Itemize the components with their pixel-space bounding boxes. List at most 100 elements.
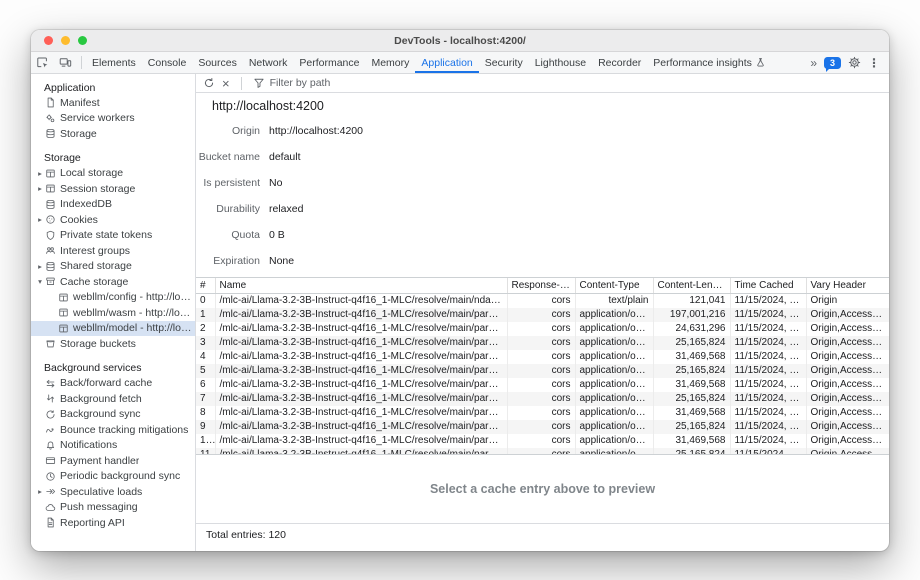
table-icon [45,183,56,194]
metadata-row: Quota0 B [196,222,889,248]
sidebar-item-shared-storage[interactable]: ▸Shared storage [31,259,195,275]
tab-recorder[interactable]: Recorder [592,52,647,73]
sidebar-item-speculative-loads[interactable]: ▸Speculative loads [31,484,195,500]
tab-network[interactable]: Network [243,52,294,73]
delete-selected-icon[interactable]: × [222,77,230,90]
column-header-time-cached[interactable]: Time Cached [730,278,806,293]
sidebar-item-manifest[interactable]: Manifest [31,95,195,111]
tab-elements[interactable]: Elements [86,52,142,73]
sidebar-item-webllm-config-http-loc[interactable]: webllm/config - http://loc… [31,290,195,306]
double-arrow-icon [45,486,56,497]
sidebar-item-service-workers[interactable]: Service workers [31,111,195,127]
cache-entry-row[interactable]: 5/mlc-ai/Llama-3.2-3B-Instruct-q4f16_1-M… [196,364,889,378]
cache-entry-row[interactable]: 9/mlc-ai/Llama-3.2-3B-Instruct-q4f16_1-M… [196,420,889,434]
sidebar-section-application: ApplicationManifestService workersStorag… [31,80,195,142]
more-tabs-button[interactable]: » [810,56,817,70]
cache-entry-row[interactable]: 10/mlc-ai/Llama-3.2-3B-Instruct-q4f16_1-… [196,434,889,448]
kebab-menu-icon[interactable]: ⋮ [868,56,880,70]
chevron-right-icon[interactable]: ▸ [35,169,45,178]
cell-time-cached: 11/15/2024, 10… [730,420,806,434]
column-header-name[interactable]: Name [215,278,507,293]
column-header-response-type[interactable]: Response-Type [507,278,575,293]
sidebar-item-interest-groups[interactable]: Interest groups [31,243,195,259]
chevron-right-icon[interactable]: ▸ [35,215,45,224]
sidebar-item-notifications[interactable]: Notifications [31,438,195,454]
tab-label: Console [148,57,187,69]
sidebar-item-background-sync[interactable]: Background sync [31,407,195,423]
settings-gear-icon[interactable] [848,56,861,69]
cell-response-type: cors [507,336,575,350]
cache-entry-row[interactable]: 0/mlc-ai/Llama-3.2-3B-Instruct-q4f16_1-M… [196,293,889,308]
sidebar-item-local-storage[interactable]: ▸Local storage [31,166,195,182]
cache-entry-row[interactable]: 1/mlc-ai/Llama-3.2-3B-Instruct-q4f16_1-M… [196,308,889,322]
window-titlebar[interactable]: DevTools - localhost:4200/ [31,30,889,52]
sidebar-item-label: webllm/wasm - http://loca… [73,307,195,319]
cell-idx: 4 [196,350,215,364]
cell-vary: Origin,Access… [806,392,889,406]
tab-memory[interactable]: Memory [365,52,415,73]
cache-entry-row[interactable]: 6/mlc-ai/Llama-3.2-3B-Instruct-q4f16_1-M… [196,378,889,392]
tab-lighthouse[interactable]: Lighthouse [529,52,592,73]
cache-entry-row[interactable]: 8/mlc-ai/Llama-3.2-3B-Instruct-q4f16_1-M… [196,406,889,420]
sidebar-section-title[interactable]: Storage [31,151,195,166]
cell-response-type: cors [507,364,575,378]
cache-entry-row[interactable]: 4/mlc-ai/Llama-3.2-3B-Instruct-q4f16_1-M… [196,350,889,364]
tab-sources[interactable]: Sources [192,52,243,73]
cell-response-type: cors [507,420,575,434]
chevron-right-icon[interactable]: ▸ [35,262,45,271]
inspect-element-icon[interactable] [31,52,54,73]
sidebar-item-cookies[interactable]: ▸Cookies [31,212,195,228]
tab-security[interactable]: Security [479,52,529,73]
application-sidebar: ApplicationManifestService workersStorag… [31,74,196,551]
tab-console[interactable]: Console [142,52,193,73]
cache-entry-row[interactable]: 2/mlc-ai/Llama-3.2-3B-Instruct-q4f16_1-M… [196,322,889,336]
sidebar-item-push-messaging[interactable]: Push messaging [31,500,195,516]
tab-label: Performance [299,57,359,69]
sidebar-item-back-forward-cache[interactable]: Back/forward cache [31,376,195,392]
sidebar-section-title[interactable]: Application [31,80,195,95]
sidebar-item-session-storage[interactable]: ▸Session storage [31,181,195,197]
sidebar-item-cache-storage[interactable]: ▾Cache storage [31,274,195,290]
sidebar-item-private-state-tokens[interactable]: Private state tokens [31,228,195,244]
device-toolbar-icon[interactable] [54,52,77,73]
cache-entry-row[interactable]: 7/mlc-ai/Llama-3.2-3B-Instruct-q4f16_1-M… [196,392,889,406]
sidebar-item-indexeddb[interactable]: IndexedDB [31,197,195,213]
sidebar-item-storage-buckets[interactable]: Storage buckets [31,336,195,352]
refresh-icon[interactable] [203,77,215,89]
cache-entry-row[interactable]: 3/mlc-ai/Llama-3.2-3B-Instruct-q4f16_1-M… [196,336,889,350]
cell-time-cached: 11/15/2024, 10… [730,434,806,448]
tab-label: Security [485,57,523,69]
sidebar-item-webllm-wasm-http-loca[interactable]: webllm/wasm - http://loca… [31,305,195,321]
sidebar-item-bounce-tracking-mitigations[interactable]: Bounce tracking mitigations [31,422,195,438]
cache-toolbar: × Filter by path [196,74,889,93]
column-header-content-length[interactable]: Content-Length [653,278,730,293]
sidebar-item-reporting-api[interactable]: Reporting API [31,515,195,531]
people-icon [45,245,56,256]
tab-label: Network [249,57,288,69]
chevron-down-icon[interactable]: ▾ [35,277,45,286]
sidebar-item-background-fetch[interactable]: Background fetch [31,391,195,407]
tab-performance-insights[interactable]: Performance insights [647,52,772,73]
column-header-index[interactable]: # [196,278,215,293]
chevron-right-icon[interactable]: ▸ [35,184,45,193]
tab-application[interactable]: Application [415,52,478,73]
cell-response-type: cors [507,308,575,322]
sidebar-item-label: Reporting API [60,517,125,529]
sidebar-item-periodic-background-sync[interactable]: Periodic background sync [31,469,195,485]
sidebar-section-background-services: Background servicesBack/forward cacheBac… [31,361,195,531]
column-header-content-type[interactable]: Content-Type [575,278,653,293]
sidebar-item-payment-handler[interactable]: Payment handler [31,453,195,469]
tab-performance[interactable]: Performance [293,52,365,73]
sidebar-item-label: Background fetch [60,393,142,405]
gears-icon [45,113,56,124]
messages-badge[interactable]: 3 [824,57,841,69]
sidebar-item-storage[interactable]: Storage [31,126,195,142]
sidebar-item-webllm-model-http-loc[interactable]: webllm/model - http://loc… [31,321,195,337]
chevron-right-icon[interactable]: ▸ [35,487,45,496]
cell-response-type: cors [507,434,575,448]
filter-input[interactable]: Filter by path [253,77,331,89]
sidebar-item-label: Background sync [60,408,141,420]
sidebar-item-label: Payment handler [60,455,139,467]
sidebar-section-title[interactable]: Background services [31,361,195,376]
column-header-vary-header[interactable]: Vary Header [806,278,889,293]
